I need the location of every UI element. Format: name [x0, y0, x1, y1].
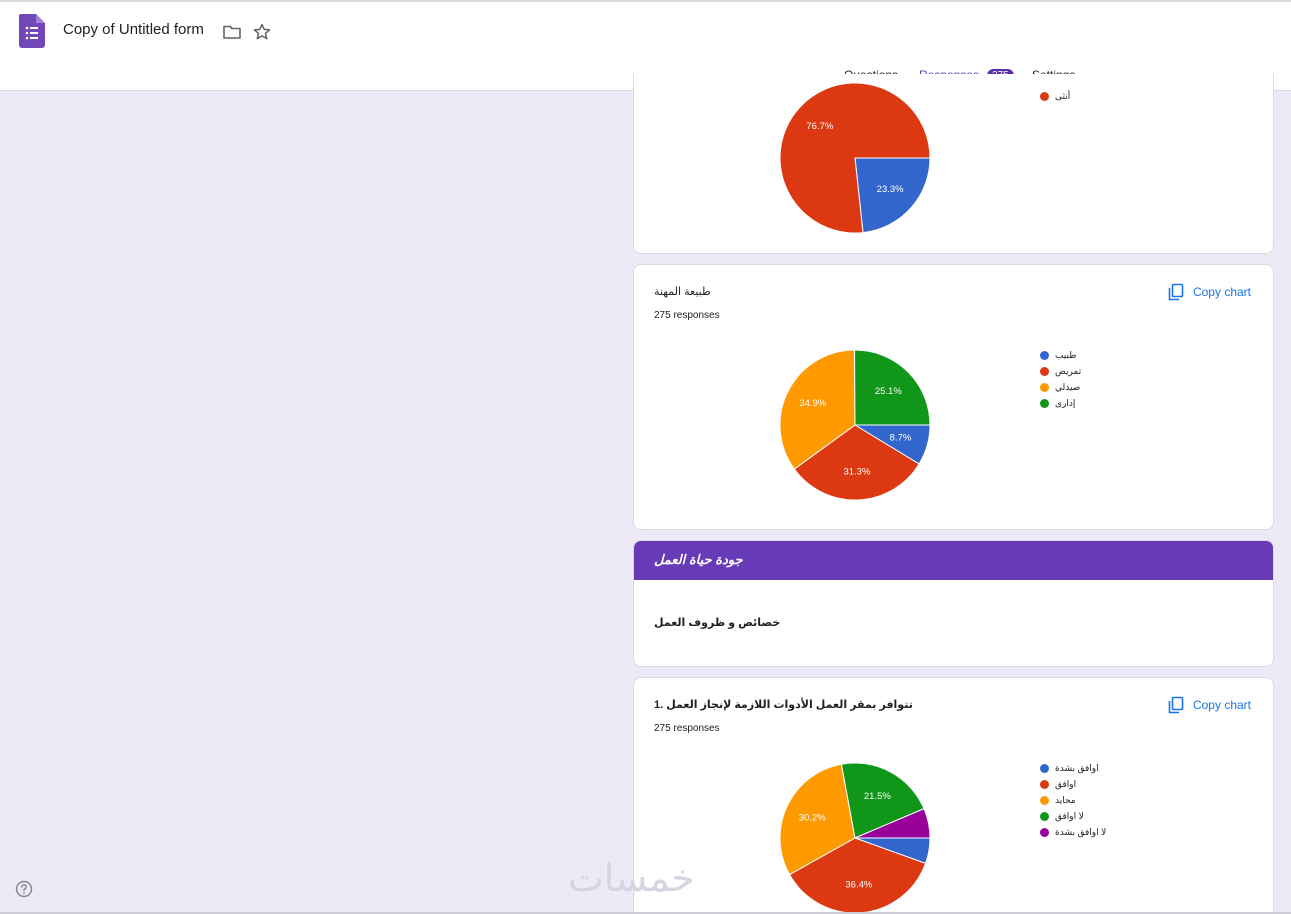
legend-dot: [1040, 795, 1049, 805]
slice-value-label: 25.1%: [875, 386, 902, 397]
copy-icon: [1168, 696, 1184, 714]
legend-dot: [1040, 91, 1049, 101]
pie-chart: 8.7% 31.3% 34.9% 25.1%: [779, 349, 931, 501]
legend-item: طبيب: [1040, 347, 1081, 363]
pie-chart: 36.4% 30.2% 21.5%: [779, 762, 931, 914]
pie-slices: 36.4% 30.2% 21.5%: [779, 762, 931, 914]
response-count: 275 responses: [654, 310, 720, 321]
response-count: 275 responses: [654, 723, 720, 734]
legend-label: اوافق بشدة: [1055, 762, 1099, 773]
chart-legend: أنثى: [1040, 88, 1070, 104]
legend-item: لا اوافق بشدة: [1040, 824, 1106, 840]
copy-icon: [1168, 283, 1184, 301]
legend-item: إدارى: [1040, 395, 1081, 411]
forms-logo[interactable]: [19, 14, 45, 48]
slice-value-label: 30.2%: [799, 812, 826, 823]
chart-legend: طبيب تمريض صيدلي إدارى: [1040, 347, 1081, 411]
pie-slices: 23.3% 76.7%: [779, 82, 931, 234]
legend-dot: [1040, 763, 1049, 773]
legend-label: تمريض: [1055, 365, 1082, 376]
legend-item: صيدلي: [1040, 379, 1081, 395]
section-card: جودة حياة العمل خصائص و ظروف العمل: [633, 540, 1274, 667]
legend-label: إدارى: [1055, 397, 1076, 408]
pie-slices: 8.7% 31.3% 34.9% 25.1%: [779, 349, 931, 501]
legend-dot: [1040, 382, 1049, 392]
section-header: جودة حياة العمل: [634, 541, 1273, 580]
legend-label: لا اوافق بشدة: [1055, 826, 1107, 837]
legend-label: أنثى: [1055, 90, 1071, 101]
section-title: جودة حياة العمل: [654, 552, 743, 567]
folder-icon[interactable]: [222, 22, 242, 42]
question-title: طبيعة المهنة: [654, 286, 711, 298]
question-card-tools: تتوافر بمقر العمل الأدوات اللازمة لإنجاز…: [633, 677, 1274, 914]
legend-item: لا اوافق: [1040, 808, 1106, 824]
form-title[interactable]: Copy of Untitled form: [63, 21, 204, 38]
legend-item: تمريض: [1040, 363, 1081, 379]
copy-chart-label: Copy chart: [1192, 285, 1251, 299]
legend-dot: [1040, 811, 1049, 821]
question-title: تتوافر بمقر العمل الأدوات اللازمة لإنجاز…: [654, 699, 913, 711]
copy-chart-button[interactable]: Copy chart: [1167, 281, 1251, 303]
legend-item: اوافق: [1040, 776, 1106, 792]
slice-value-label: 21.5%: [864, 791, 891, 802]
slice-value-label: 76.7%: [806, 121, 833, 132]
legend-item: أنثى: [1040, 88, 1070, 104]
legend-label: محايد: [1055, 794, 1076, 805]
help-icon[interactable]: [15, 880, 33, 898]
slice-value-label: 23.3%: [877, 184, 904, 195]
section-description: خصائص و ظروف العمل: [654, 617, 781, 629]
pie-slice: [854, 157, 931, 234]
legend-item: محايد: [1040, 792, 1106, 808]
legend-dot: [1040, 366, 1049, 376]
legend-dot: [1040, 398, 1049, 408]
legend-dot: [1040, 827, 1049, 837]
slice-value-label: 8.7%: [890, 432, 912, 443]
slice-value-label: 31.3%: [843, 467, 870, 478]
chart-legend: اوافق بشدة اوافق محايد لا اوافق لا اوافق بشد…: [1040, 760, 1106, 840]
copy-chart-button[interactable]: Copy chart: [1167, 694, 1251, 716]
legend-label: اوافق: [1055, 778, 1077, 789]
legend-label: صيدلي: [1055, 381, 1081, 392]
legend-label: طبيب: [1055, 349, 1077, 360]
legend-item: اوافق بشدة: [1040, 760, 1106, 776]
star-icon[interactable]: [252, 22, 272, 42]
pie-chart: 23.3% 76.7%: [779, 82, 931, 234]
slice-value-label: 36.4%: [845, 880, 872, 891]
question-card-gender: 23.3% 76.7% أنثى: [633, 74, 1274, 254]
question-card-job: طبيعة المهنة 275 responses Copy chart 8.…: [633, 264, 1274, 530]
copy-chart-label: Copy chart: [1192, 698, 1251, 712]
watermark: خمسات: [568, 856, 695, 900]
slice-value-label: 34.9%: [799, 398, 826, 409]
legend-label: لا اوافق: [1055, 810, 1084, 821]
legend-dot: [1040, 779, 1049, 789]
legend-dot: [1040, 350, 1049, 360]
